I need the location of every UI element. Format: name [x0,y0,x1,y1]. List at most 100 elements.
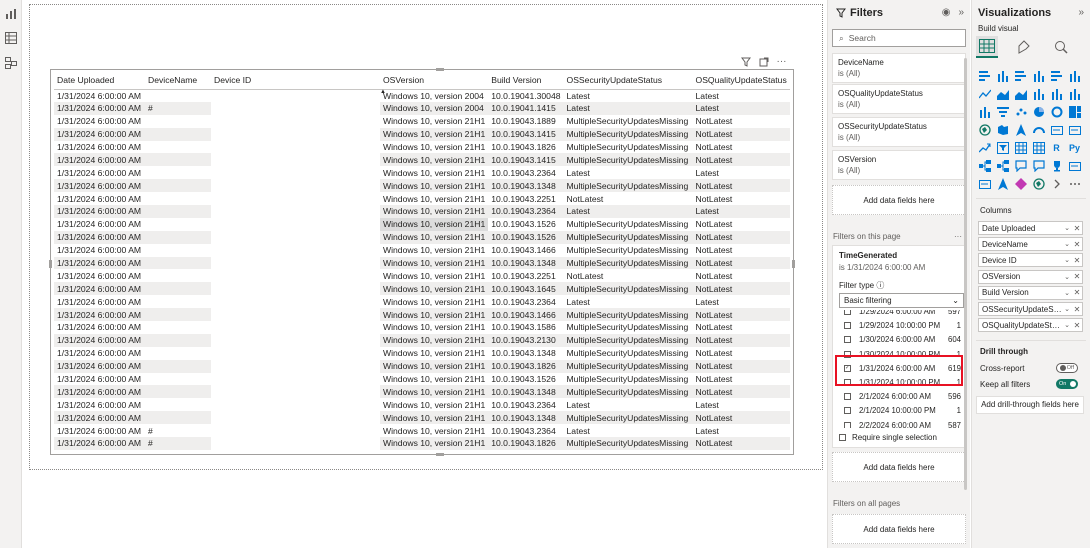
fields-tab-icon[interactable] [976,36,998,58]
donut-chart-icon[interactable] [1050,105,1063,118]
checkbox[interactable] [844,421,851,428]
resize-handle-left[interactable] [49,260,52,268]
column-well-item[interactable]: Build Version ⌄ ✕ [978,285,1083,300]
column-header-device-id[interactable]: Device ID [211,72,380,90]
table-icon[interactable] [1014,141,1027,154]
stacked-area-chart-icon[interactable] [1014,87,1027,100]
column-header-osversion[interactable]: OSVersion ▲ [380,72,489,95]
table-row[interactable]: 1/31/2024 6:00:00 AM Windows 10, version … [54,141,790,154]
checkbox[interactable] [839,434,846,441]
scatter-chart-icon[interactable] [1014,105,1027,118]
filter-card-devicename[interactable]: DeviceName is (All) [832,53,966,83]
resize-handle-top[interactable] [436,68,444,71]
eye-icon[interactable]: ◉ [942,7,951,18]
table-row[interactable]: 1/31/2024 6:00:00 AM Windows 10, version … [54,282,790,296]
remove-field-icon[interactable]: ✕ [1072,240,1082,249]
cross-report-toggle[interactable]: Off [1056,363,1078,373]
add-data-fields-page[interactable]: Add data fields here [832,452,966,482]
pie-chart-icon[interactable] [1032,105,1045,118]
python-visual-icon[interactable]: Py [1068,141,1081,154]
table-row[interactable]: 1/31/2024 6:00:00 AM Windows 10, version … [54,244,790,257]
remove-field-icon[interactable]: ✕ [1072,288,1082,297]
add-drill-through-fields[interactable]: Add drill-through fields here [976,396,1084,414]
table-row[interactable]: 1/31/2024 6:00:00 AM # Windows 10, version… [54,101,790,115]
checkbox[interactable] [844,310,851,315]
table-row[interactable]: 1/31/2024 6:00:00 AM Windows 10, version … [54,127,790,141]
table-row[interactable]: 1/31/2024 6:00:00 AM Windows 10, version … [54,269,790,282]
chevron-down-icon[interactable]: ⌄ [1062,305,1072,313]
chevron-down-icon[interactable]: ⌄ [1062,289,1072,297]
checkbox[interactable] [844,322,851,330]
remove-field-icon[interactable]: ✕ [1072,321,1082,330]
matrix-icon[interactable] [1032,141,1045,154]
checkbox[interactable] [844,407,851,415]
checkbox[interactable] [844,336,851,344]
column-header-devicename[interactable]: DeviceName [145,72,211,90]
table-row[interactable]: 1/31/2024 6:00:00 AM Windows 10, version … [54,166,790,179]
table-row[interactable]: 1/31/2024 6:00:00 AM # Windows 10, version… [54,424,790,437]
table-row[interactable]: 1/31/2024 6:00:00 AM Windows 10, version … [54,411,790,425]
gauge-icon[interactable] [1032,123,1045,136]
model-view-icon[interactable] [5,57,17,69]
column-well-item[interactable]: DeviceName ⌄ ✕ [978,237,1083,252]
filter-value-item[interactable]: 1/29/2024 6:00:00 AM 597 [839,310,963,318]
filter-icon[interactable] [740,56,751,67]
add-data-fields-all-pages[interactable]: Add data fields here [832,514,966,544]
column-well-item[interactable]: OSSecurityUpdateStat... ⌄ ✕ [978,302,1083,316]
chevron-down-icon[interactable]: ⌄ [1062,224,1072,232]
chevron-down-icon[interactable]: ⌄ [1062,256,1072,264]
clustered-bar-chart-icon[interactable] [1014,69,1027,82]
column-well-item[interactable]: Date Uploaded ⌄ ✕ [978,221,1083,235]
filters-search-input[interactable]: ⌕ Search [832,29,966,47]
remove-field-icon[interactable]: ✕ [1072,256,1082,265]
table-row[interactable]: 1/31/2024 6:00:00 AM Windows 10, version … [54,321,790,334]
waterfall-chart-icon[interactable] [978,105,991,118]
resize-handle-right[interactable] [792,260,795,268]
goals-icon[interactable] [1050,159,1063,172]
table-row[interactable]: 1/31/2024 6:00:00 AM Windows 10, version … [54,89,790,102]
resize-handle-bottom[interactable] [436,453,444,456]
ribbon-chart-icon[interactable] [1068,87,1081,100]
column-well-item[interactable]: Device ID ⌄ ✕ [978,253,1083,268]
report-view-icon[interactable] [5,8,17,20]
get-more-visuals-icon[interactable] [1050,177,1063,190]
area-chart-icon[interactable] [996,87,1009,100]
treemap-icon[interactable] [1068,105,1081,118]
analytics-tab-icon[interactable] [1050,36,1072,58]
table-row[interactable]: 1/31/2024 6:00:00 AM Windows 10, version … [54,256,790,270]
add-data-fields-visual[interactable]: Add data fields here [832,185,966,215]
column-header-build-version[interactable]: Build Version [488,72,564,90]
stacked-column-chart-icon[interactable] [996,69,1009,82]
table-row[interactable]: 1/31/2024 6:00:00 AM Windows 10, version … [54,359,790,373]
filters-scrollbar[interactable] [964,58,967,490]
map-icon[interactable] [978,123,991,136]
100-column-chart-icon[interactable] [1068,69,1081,82]
table-row[interactable]: 1/31/2024 6:00:00 AM Windows 10, version … [54,333,790,347]
remove-field-icon[interactable]: ✕ [1072,305,1082,314]
filter-card-osqualityupdatestatus[interactable]: OSQualityUpdateStatus is (All) [832,84,966,114]
column-header-ossecurityupdatestatus[interactable]: OSSecurityUpdateStatus [563,72,693,90]
require-single-selection[interactable]: Require single selection [839,433,937,442]
table-row[interactable]: 1/31/2024 6:00:00 AM Windows 10, version … [54,115,790,128]
collapse-pane-icon[interactable]: » [1078,7,1084,18]
azure-map-icon[interactable] [1014,123,1027,136]
power-automate-icon[interactable] [996,177,1009,190]
remove-field-icon[interactable]: ✕ [1072,224,1082,233]
column-header-date-uploaded[interactable]: Date Uploaded [54,72,145,90]
table-row[interactable]: 1/31/2024 6:00:00 AM # Windows 10, version… [54,437,790,450]
table-row[interactable]: 1/31/2024 6:00:00 AM Windows 10, version … [54,205,790,218]
column-well-item[interactable]: OSQualityUpdateStatus ⌄ ✕ [978,318,1083,333]
more-options-icon[interactable]: ··· [954,232,962,241]
table-row[interactable]: 1/31/2024 6:00:00 AM Windows 10, version … [54,373,790,386]
table-row[interactable]: 1/31/2024 6:00:00 AM Windows 10, version … [54,179,790,193]
table-row[interactable]: 1/31/2024 6:00:00 AM Windows 10, version … [54,153,790,167]
chevron-down-icon[interactable]: ⌄ [1062,273,1072,281]
slicer-icon[interactable] [996,141,1009,154]
card-icon[interactable] [1050,123,1063,136]
table-row[interactable]: 1/31/2024 6:00:00 AM Windows 10, version … [54,217,790,231]
line-chart-icon[interactable] [978,87,991,100]
table-visual[interactable]: ··· Date Uploaded DeviceName Device ID O… [49,56,795,456]
format-tab-icon[interactable] [1013,36,1035,58]
filter-card-osversion[interactable]: OSVersion is (All) [832,150,966,180]
column-header-osqualityupdatestatus[interactable]: OSQualityUpdateStatus [692,72,790,90]
